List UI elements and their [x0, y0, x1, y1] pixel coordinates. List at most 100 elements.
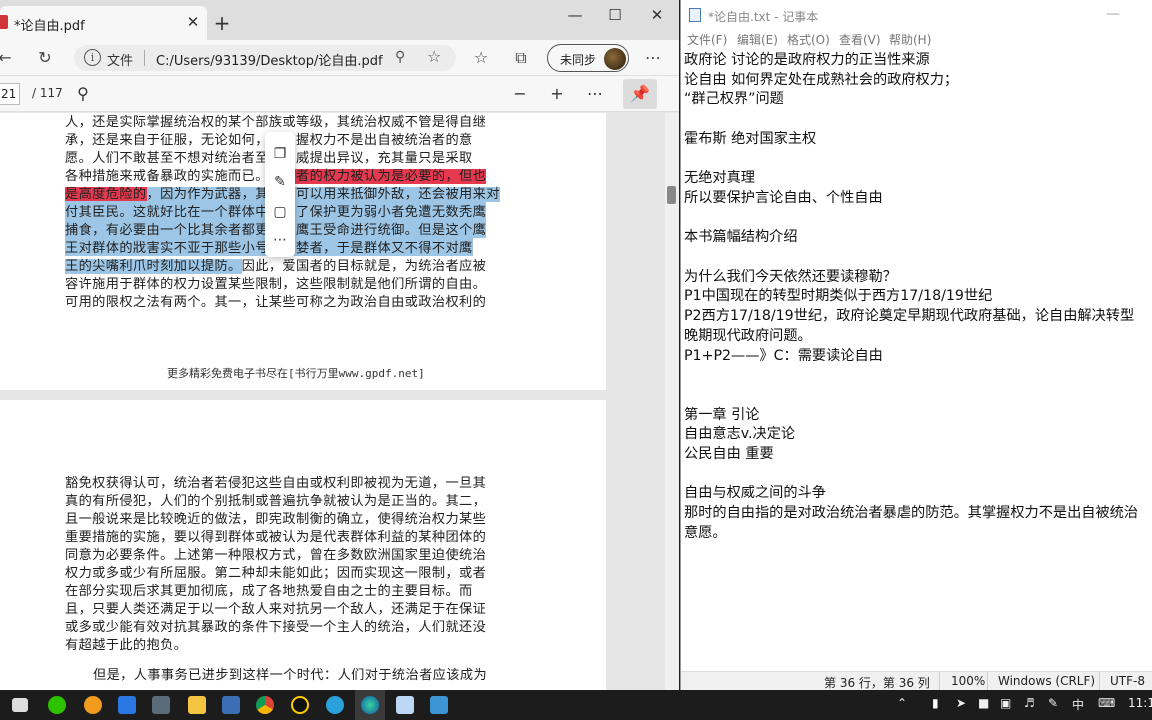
app-icon[interactable]	[430, 696, 448, 714]
zoom-in-icon[interactable]: +	[546, 83, 568, 105]
address-bar[interactable]: i 文件 C:/Users/93139/Desktop/论自由.pdf ⚲ ☆	[74, 45, 456, 71]
notepad-titlebar: *论自由.txt - 记事本 —	[681, 0, 1152, 30]
mail-icon[interactable]	[118, 696, 136, 714]
profile-sync-button[interactable]: 未同步	[547, 44, 629, 72]
pin-toolbar-icon[interactable]: 📌	[623, 79, 657, 109]
chevron-up-icon[interactable]: ⌃	[897, 696, 907, 710]
pdf-viewer[interactable]: 人，还是实际掌握统治权的某个部族或等级，其统治权威不管是得自继 承，还是来自于征…	[0, 113, 679, 690]
file-explorer-icon[interactable]	[188, 696, 206, 714]
app-icon[interactable]	[84, 696, 102, 714]
taskbar: ⌃ ▮ ➤ ■ ▣ ♬ ✎ 中 ⌨ 11:1	[0, 690, 1152, 720]
microphone-icon[interactable]: ▮	[932, 696, 939, 710]
refresh-icon[interactable]: ↻	[34, 47, 56, 69]
send-icon[interactable]: ➤	[956, 696, 966, 710]
menu-help[interactable]: 帮助(H)	[889, 31, 931, 48]
collections-icon[interactable]: ⧉	[510, 47, 532, 69]
text-line: 自由意志v.决定论	[684, 426, 796, 443]
page-number-input[interactable]: 21	[0, 83, 20, 105]
page-total: / 117	[32, 86, 63, 100]
search-icon[interactable]: ⚲	[72, 83, 94, 105]
close-window-button[interactable]: ✕	[642, 4, 672, 26]
menu-bar: 文件(F) 编辑(E) 格式(O) 查看(V) 帮助(H)	[681, 30, 1152, 48]
scrollbar-thumb[interactable]	[667, 186, 676, 204]
desktop: *论自由.pdf ✕ + — ☐ ✕ ← ↻ i 文件 C:/Users/931…	[0, 0, 1152, 720]
highlight-context-toolbar: ❐ ✎ ▢ ⋯	[265, 132, 295, 257]
highlight-icon[interactable]: ✎	[270, 172, 290, 192]
favorites-icon[interactable]: ☆	[470, 47, 492, 69]
network-icon[interactable]: ▣	[1000, 696, 1011, 710]
chrome-icon[interactable]	[256, 696, 274, 714]
menu-format[interactable]: 格式(O)	[787, 31, 830, 48]
protocol-label: 文件	[107, 54, 134, 69]
avatar	[604, 48, 626, 70]
notepad-icon	[689, 8, 701, 22]
highlight-red[interactable]: 统治者的权力被认为是必要的，但也	[268, 169, 487, 184]
menu-view[interactable]: 查看(V)	[839, 31, 881, 48]
maximize-button[interactable]: ☐	[600, 4, 630, 26]
new-tab-button[interactable]: +	[211, 12, 233, 34]
text-line: 意愿。	[684, 524, 727, 541]
edge-icon[interactable]	[361, 696, 379, 714]
text-line: “群己权界”问题	[684, 91, 784, 108]
cursor-position: 第 36 行，第 36 列	[824, 676, 930, 690]
encoding: UTF-8	[1110, 674, 1145, 688]
menu-edit[interactable]: 编辑(E)	[737, 31, 778, 48]
more-options-icon[interactable]: ⋯	[270, 230, 290, 250]
volume-icon[interactable]: ♬	[1024, 696, 1035, 710]
pdf-text: 各种措施来戒备暴政的实施而已。	[65, 169, 269, 184]
app-icon[interactable]	[222, 696, 240, 714]
ime-indicator[interactable]: 中	[1072, 696, 1084, 713]
text-editor[interactable]: 政府论 讨论的是政府权力的正当性来源 论自由 如何界定处在成熟社会的政府权力； “群…	[684, 49, 1152, 661]
minimize-button[interactable]: —	[560, 4, 590, 26]
highlight-blue[interactable]: 王的尖嘴利爪时刻加以提防。	[65, 259, 242, 274]
battery-icon[interactable]: ■	[978, 696, 989, 710]
window-title: *论自由.txt - 记事本	[708, 10, 819, 24]
keyboard-icon[interactable]: ⌨	[1098, 696, 1115, 710]
pdf-page: 豁免权获得认可，统治者若侵犯这些自由或权利即被视为无道，一旦其 真的有所侵犯，人…	[0, 400, 606, 690]
text-line: 为什么我们今天依然还要读穆勒？	[684, 268, 897, 285]
telegram-icon[interactable]	[326, 696, 344, 714]
highlight-red[interactable]: 是高度危险的	[65, 187, 147, 202]
info-icon[interactable]: i	[84, 49, 101, 66]
address-bar-row: ← ↻ i 文件 C:/Users/93139/Desktop/论自由.pdf …	[0, 40, 679, 76]
pdf-line: 或多或少能有效对抗其暴政的条件下接受一个主人的统治，人们就还没	[65, 620, 487, 635]
pdf-line: 但是，人事事务已进步到这样一个时代：人们对于统治者应该成为	[93, 668, 488, 683]
text-line: 霍布斯 绝对国家主权	[684, 130, 817, 147]
text-line: 那时的自由指的是对政治统治者暴虐的防范。其掌握权力不是出自被统治	[684, 505, 1139, 522]
pdf-more-icon[interactable]: ⋯	[584, 83, 606, 105]
qq-icon[interactable]	[291, 696, 309, 714]
highlight-blue[interactable]: ，因为作为武器，其权力可以用来抵御外敌，还会被用来对	[146, 187, 500, 202]
comment-icon[interactable]: ▢	[270, 202, 290, 222]
tab-pdf[interactable]: *论自由.pdf ✕	[0, 6, 207, 40]
pdf-line: 容许施用于群体的权力设置某些限制，这些限制就是他们所谓的自由。	[65, 277, 487, 292]
zoom-icon[interactable]: ⚲	[395, 49, 405, 65]
zoom-out-icon[interactable]: −	[509, 83, 531, 105]
pen-icon[interactable]: ✎	[1048, 696, 1058, 710]
menu-file[interactable]: 文件(F)	[687, 31, 727, 48]
pdf-line: 可用的限权之法有两个。其一，让某些可称之为政治自由或政治权利的	[65, 295, 487, 310]
notepad-icon[interactable]	[396, 696, 414, 714]
pdf-line: 豁免权获得认可，统治者若侵犯这些自由或权利即被视为无道，一旦其	[65, 476, 487, 491]
wechat-icon[interactable]	[48, 696, 66, 714]
text-line: P2西方17/18/19世纪，政府论奠定早期现代政府基础，论自由解决转型	[684, 308, 1135, 325]
more-menu-icon[interactable]: ⋯	[642, 47, 664, 69]
divider	[144, 50, 145, 66]
pdf-line: 且一般说来是比较晚近的做法，即宪政制衡的确立，使得统治权力某些	[65, 512, 487, 527]
clock[interactable]: 11:1	[1128, 696, 1152, 710]
url-text[interactable]: C:/Users/93139/Desktop/论自由.pdf	[156, 50, 383, 69]
back-icon[interactable]: ←	[0, 47, 16, 69]
minimize-button[interactable]: —	[1106, 6, 1120, 22]
tab-close-button[interactable]: ✕	[183, 12, 203, 32]
divider	[987, 672, 988, 691]
pdf-text: 因此，爱国者的目标就是，为统治者应被	[241, 259, 487, 274]
task-view-icon[interactable]	[12, 698, 28, 712]
copy-icon[interactable]: ❐	[270, 144, 290, 164]
pdf-line: 且，只要人类还满足于以一个敌人来对抗另一个敌人，还满足于在保证	[65, 602, 487, 617]
pdf-line: 人，还是实际掌握统治权的某个部族或等级，其统治权威不管是得自继	[65, 115, 487, 130]
pdf-line: 真的有所侵犯，人们的个别抵制或普遍抗争就被认为是正当的。其二，	[65, 494, 487, 509]
pdf-line: 同意为必要条件。上述第一种限权方式，曾在多数欧洲国家里迫使统治	[65, 548, 487, 563]
zoom-level: 100%	[951, 674, 986, 688]
settings-icon[interactable]	[152, 696, 170, 714]
pdf-line: 权力或多或少有所屈服。第二种却未能如此；因而实现这一限制，或者	[65, 566, 487, 581]
favorite-add-icon[interactable]: ☆	[427, 47, 441, 66]
